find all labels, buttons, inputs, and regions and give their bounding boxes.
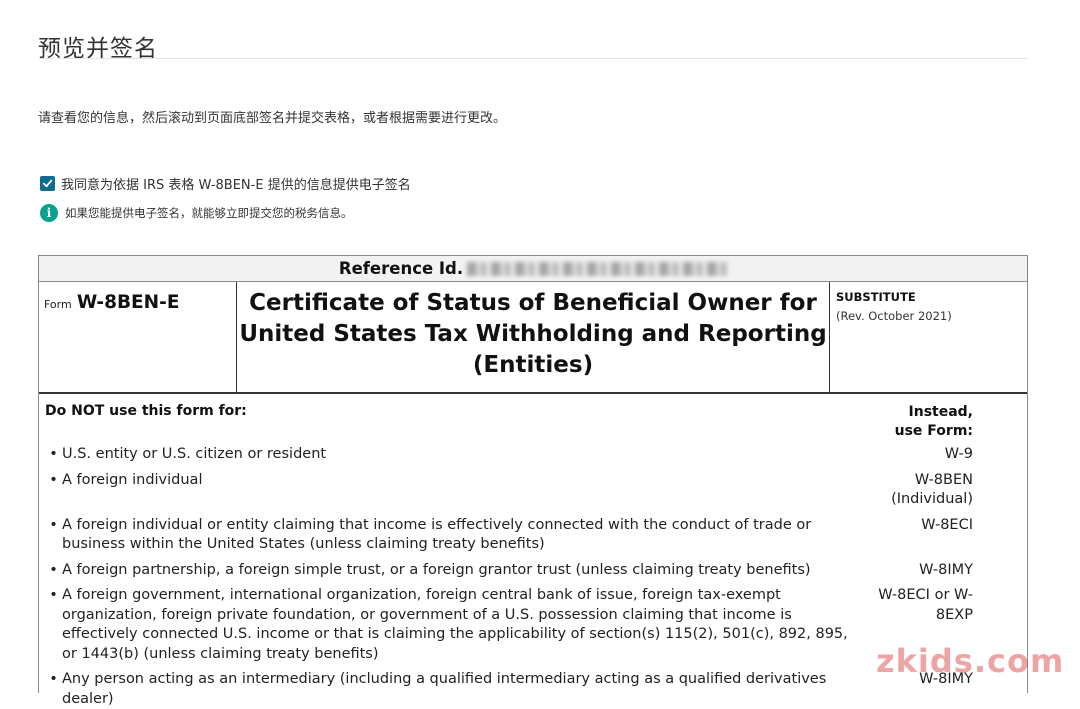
reference-id-redacted <box>467 261 728 276</box>
info-icon: i <box>40 204 58 222</box>
exclusion-text: Any person acting as an intermediary (in… <box>62 671 827 707</box>
exclusion-description: • A foreign individual <box>45 471 860 510</box>
checkmark-icon <box>42 179 53 188</box>
info-text: 如果您能提供电子签名，就能够立即提交您的税务信息。 <box>65 206 353 220</box>
bullet-icon: • <box>49 471 58 488</box>
form-header: Form W-8BEN-E Certificate of Status of B… <box>39 282 1027 394</box>
consent-checkbox[interactable] <box>40 176 55 191</box>
exclusion-text: A foreign individual or entity claiming … <box>62 516 812 553</box>
bullet-icon: • <box>49 561 58 578</box>
exclusion-text: A foreign government, international orga… <box>62 587 848 662</box>
intro-text: 请查看您的信息，然后滚动到页面底部签名并提交表格，或者根据需要进行更改。 <box>38 111 507 126</box>
exclusion-row: • Any person acting as an intermediary (i… <box>45 670 973 709</box>
alternate-form: W-8IMY <box>919 561 973 578</box>
do-not-use-heading: Do NOT use this form for: <box>45 403 247 419</box>
exclusion-description: • A foreign individual or entity claiming… <box>45 516 860 555</box>
alternate-form: W-8BEN (Individual) <box>891 471 973 508</box>
exclusion-text: A foreign partnership, a foreign simple … <box>62 561 811 578</box>
instead-use-heading: Instead, use Form: <box>894 404 973 439</box>
body-head: Do NOT use this form for: Instead, use F… <box>45 394 973 441</box>
exclusion-description: • A foreign partnership, a foreign simple… <box>45 561 860 581</box>
form-number: W-8BEN-E <box>76 292 180 313</box>
form-identifier: Form W-8BEN-E <box>39 282 237 392</box>
bullet-icon: • <box>49 516 58 533</box>
revision-date: (Rev. October 2021) <box>836 309 952 323</box>
alternate-form: W-9 <box>944 446 973 462</box>
watermark: zkids.com <box>876 642 1065 680</box>
exclusion-row: • A foreign individual or entity claiming… <box>45 516 973 555</box>
esign-consent[interactable]: 我同意为依据 IRS 表格 W-8BEN-E 提供的信息提供电子签名 <box>40 174 411 193</box>
form-substitute: SUBSTITUTE (Rev. October 2021) <box>830 282 952 392</box>
exclusion-text: A foreign individual <box>62 471 203 488</box>
exclusion-row: • A foreign government, international org… <box>45 586 973 664</box>
reference-row: Reference Id. <box>39 256 1027 282</box>
alternate-form: W-8ECI <box>921 516 973 533</box>
bullet-icon: • <box>49 587 58 603</box>
exclusion-text: U.S. entity or U.S. citizen or resident <box>62 446 327 462</box>
bullet-icon: • <box>49 671 58 687</box>
info-note: i 如果您能提供电子签名，就能够立即提交您的税务信息。 <box>40 204 353 222</box>
bullet-icon: • <box>49 446 58 462</box>
form-prefix: Form <box>44 298 72 311</box>
consent-label: 我同意为依据 IRS 表格 W-8BEN-E 提供的信息提供电子签名 <box>61 178 411 193</box>
exclusion-description: • A foreign government, international org… <box>45 586 860 664</box>
title-divider <box>38 58 1028 59</box>
exclusion-list: • U.S. entity or U.S. citizen or resident… <box>45 445 973 709</box>
reference-label: Reference Id. <box>338 259 464 278</box>
form-title: Certificate of Status of Beneficial Owne… <box>237 282 830 392</box>
exclusion-description: • U.S. entity or U.S. citizen or resident <box>45 445 860 465</box>
exclusion-row: • A foreign individual W-8BEN (Individual) <box>45 471 973 510</box>
exclusion-row: • U.S. entity or U.S. citizen or resident… <box>45 445 973 465</box>
exclusion-row: • A foreign partnership, a foreign simple… <box>45 561 973 581</box>
exclusion-description: • Any person acting as an intermediary (i… <box>45 670 860 709</box>
substitute-label: SUBSTITUTE <box>836 290 916 304</box>
w8bene-form-preview: Reference Id. Form W-8BEN-E Certificate … <box>38 255 1028 707</box>
